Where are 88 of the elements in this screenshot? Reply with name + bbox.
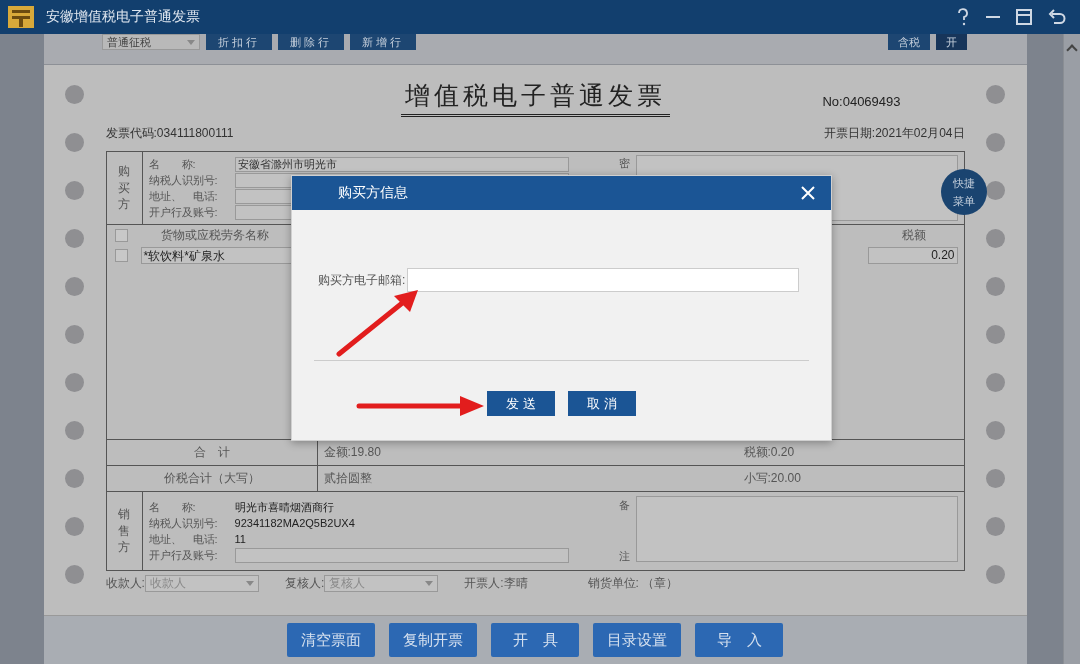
action-button[interactable]: 开 具 — [491, 623, 580, 657]
punch-hole — [986, 229, 1006, 248]
punch-hole — [65, 229, 85, 248]
toolbar-button[interactable]: 折扣行 — [205, 34, 272, 50]
punch-hole — [986, 133, 1006, 152]
punch-hole — [65, 469, 85, 488]
punch-hole — [986, 181, 1006, 200]
punch-hole — [986, 277, 1006, 296]
field-label: 地址、 电话: — [148, 531, 219, 547]
punch-hole — [65, 565, 85, 584]
punch-hole — [65, 181, 85, 200]
dialog-button[interactable]: 取 消 — [568, 391, 636, 416]
punch-hole — [65, 133, 85, 152]
field-label: 名 称: — [148, 499, 197, 515]
toolbar-button[interactable]: 删除行 — [277, 34, 344, 50]
invoice-number: No:04069493 — [822, 94, 901, 109]
buyer-input-field[interactable]: 安徽省滁州市明光市 — [234, 156, 569, 172]
field-value: 92341182MA2Q5B2UX4 — [234, 517, 355, 529]
caret-icon — [425, 580, 434, 586]
punch-hole — [65, 421, 85, 440]
window-title: 安徽增值税电子普通发票 — [46, 8, 200, 26]
checkbox[interactable] — [114, 248, 128, 262]
tax-cell[interactable]: 0.20 — [867, 246, 958, 264]
amount-in-figures: 小写:20.00 — [743, 470, 802, 487]
total-amount: 金额:19.80 — [322, 444, 382, 461]
caret-icon — [245, 580, 254, 586]
seller-heading: 销售方 — [106, 492, 143, 570]
field-label: 纳税人识别号: — [148, 172, 219, 188]
punch-hole — [65, 277, 85, 296]
punch-hole — [986, 421, 1006, 440]
field-label: 开户行及账号: — [148, 547, 219, 563]
seller-input-field[interactable] — [234, 547, 569, 563]
scrollbar[interactable] — [1063, 34, 1080, 664]
dialog-button[interactable]: 发 送 — [487, 391, 555, 416]
action-button[interactable]: 复制开票 — [389, 623, 478, 657]
invoice-title: 增值税电子普通发票 — [400, 79, 670, 117]
punch-hole — [986, 373, 1006, 392]
punch-hole — [65, 373, 85, 392]
field-value: 11 — [234, 533, 246, 545]
punch-hole — [65, 85, 85, 104]
toolbar-button[interactable]: 新增行 — [349, 34, 416, 50]
minimize-icon[interactable] — [986, 15, 1000, 19]
tax-toggle-button[interactable]: 含税 — [887, 34, 930, 50]
column-header: 税额 — [900, 226, 927, 244]
tax-type-select[interactable]: 普通征税 — [101, 34, 200, 50]
field-label: 复核人: — [284, 574, 325, 592]
maximize-icon[interactable] — [1016, 9, 1032, 25]
punch-hole — [986, 469, 1006, 488]
footer-text: 开票人:李晴 — [464, 574, 528, 592]
total-tax: 税额:0.20 — [743, 444, 796, 461]
remarks-label: 注 — [618, 549, 630, 564]
punch-hole — [986, 85, 1006, 104]
punch-hole — [65, 517, 85, 536]
invoice-code: 发票代码:034111800111 — [105, 125, 234, 142]
close-icon[interactable] — [801, 186, 815, 200]
action-button[interactable]: 清空票面 — [287, 623, 376, 657]
remarks-field[interactable] — [635, 496, 958, 562]
punch-hole — [65, 325, 85, 344]
back-icon[interactable] — [1048, 9, 1066, 25]
column-header: 货物或应税劳务名称 — [159, 226, 270, 244]
buyer-heading: 购买方 — [106, 152, 143, 224]
caret-icon — [186, 39, 195, 45]
field-label: 收款人: — [105, 574, 145, 592]
punch-hole — [986, 517, 1006, 536]
field-label: 纳税人识别号: — [148, 515, 219, 531]
ticket-logo-icon — [6, 3, 36, 31]
field-label: 名 称: — [148, 156, 197, 172]
tax-toggle-button[interactable]: 开 — [935, 34, 967, 50]
punch-hole — [986, 565, 1006, 584]
password-label: 密 — [618, 156, 630, 171]
remarks-label: 备 — [618, 498, 630, 513]
arrow-icon — [336, 288, 420, 358]
grand-total-label: 价税合计（大写） — [106, 466, 318, 491]
footer-text: 销货单位: （章） — [587, 574, 679, 592]
field-label: 地址、 电话: — [148, 188, 219, 204]
dialog-title: 购买方信息 — [338, 184, 408, 202]
action-button[interactable]: 目录设置 — [593, 623, 682, 657]
invoice-date: 开票日期:2021年02月04日 — [823, 125, 965, 142]
field-label: 开户行及账号: — [148, 204, 219, 220]
action-button[interactable]: 导 入 — [695, 623, 784, 657]
field-value: 明光市喜晴烟酒商行 — [234, 499, 334, 515]
checkbox[interactable] — [114, 228, 128, 242]
field-label: 购买方电子邮箱: — [318, 271, 406, 289]
email-input-field[interactable] — [407, 268, 800, 292]
amount-in-words: 贰拾圆整 — [322, 470, 373, 487]
punch-hole — [986, 325, 1006, 344]
arrow-icon — [356, 395, 486, 417]
help-icon[interactable] — [956, 8, 970, 26]
